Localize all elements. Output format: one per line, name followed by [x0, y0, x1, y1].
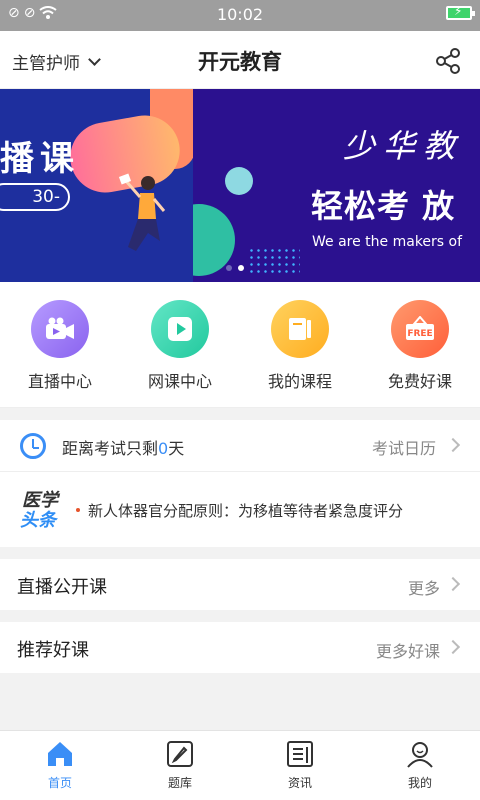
tab-news[interactable]: 资讯 — [240, 731, 360, 800]
banner-calligraphy: 少华教 — [343, 127, 464, 165]
tab-question-bank[interactable]: 题库 — [120, 731, 240, 800]
live-camera-icon — [31, 300, 89, 358]
carousel-dot[interactable] — [226, 265, 232, 271]
exam-countdown: 距离考试只剩0天 考试日历 — [0, 420, 480, 471]
pencil-icon — [167, 741, 193, 767]
quick-nav-free-courses[interactable]: FREE 免费好课 — [360, 282, 480, 407]
quick-nav-label: 免费好课 — [387, 372, 452, 391]
book-icon — [271, 300, 329, 358]
tab-label: 首页 — [47, 776, 72, 790]
quick-nav-label: 网课中心 — [147, 372, 212, 391]
status-time: 10:02 — [216, 5, 264, 24]
svg-text:FREE: FREE — [407, 329, 432, 339]
dot-grid-decoration — [248, 247, 300, 273]
status-bar: ⊘ ⊘ 10:02 ⚡ — [0, 0, 480, 31]
more-link[interactable]: 更多 — [408, 575, 440, 599]
battery-icon: ⚡ — [446, 4, 475, 20]
role-label: 主管护师 — [12, 54, 80, 74]
quick-nav-label: 直播中心 — [27, 372, 92, 391]
banner-subtitle: We are the makers of — [312, 234, 463, 250]
carousel-indicators — [226, 265, 244, 271]
exam-days: 0 — [158, 439, 169, 458]
banner-left-pill: 30- — [0, 183, 70, 211]
banner-carousel[interactable]: 播课 30- 少华教 轻松考 放 We are the makers of — [0, 89, 480, 282]
free-icon: FREE — [391, 300, 449, 358]
carousel-dot-active[interactable] — [238, 265, 244, 271]
news-ticker[interactable]: 医学 头条 新人体器官分配原则：为移植等待者紧急度评分 — [0, 471, 480, 547]
role-selector[interactable]: 主管护师 — [12, 49, 101, 74]
banner-headline: 轻松考 放 — [311, 187, 456, 225]
clock-icon — [20, 433, 46, 459]
more-courses-link[interactable]: 更多好课 — [376, 638, 440, 662]
play-icon — [151, 300, 209, 358]
chevron-right-icon[interactable] — [445, 576, 461, 592]
quick-nav-online-course[interactable]: 网课中心 — [120, 282, 240, 407]
banner-left-text: 播课 — [0, 139, 80, 179]
tab-bar: 首页 题库 资讯 我的 — [0, 730, 480, 800]
home-icon — [48, 742, 72, 766]
user-icon — [407, 742, 433, 768]
tab-label: 题库 — [167, 776, 192, 790]
tab-label: 资讯 — [287, 776, 312, 790]
section-recommended-courses: 推荐好课 更多好课 — [0, 622, 480, 673]
section-title: 直播公开课 — [17, 577, 107, 598]
banner-slide-previous: 播课 30- — [0, 89, 193, 282]
chevron-right-icon[interactable] — [445, 437, 461, 453]
tab-label: 我的 — [407, 776, 432, 790]
bullet-dot — [76, 508, 80, 512]
chevron-down-icon — [88, 52, 101, 66]
news-icon — [287, 741, 313, 767]
medical-headlines-logo: 医学 头条 — [20, 490, 58, 531]
news-headline[interactable]: 新人体器官分配原则：为移植等待者紧急度评分 — [88, 500, 403, 521]
quick-nav: 直播中心 网课中心 我的课程 FREE 免费好课 — [0, 282, 480, 408]
quick-nav-live-center[interactable]: 直播中心 — [0, 282, 120, 407]
section-title: 推荐好课 — [17, 640, 89, 661]
exam-calendar-link[interactable]: 考试日历 — [372, 435, 436, 459]
share-icon[interactable] — [434, 47, 462, 75]
quick-nav-my-courses[interactable]: 我的课程 — [240, 282, 360, 407]
banner-slide-current: 少华教 轻松考 放 We are the makers of — [193, 89, 480, 282]
section-live-open-class: 直播公开课 更多 — [0, 559, 480, 610]
person-illustration — [118, 173, 166, 251]
quick-nav-label: 我的课程 — [267, 372, 332, 391]
tab-me[interactable]: 我的 — [360, 731, 480, 800]
tab-home[interactable]: 首页 — [0, 731, 120, 800]
exam-countdown-text: 距离考试只剩0天 — [62, 439, 185, 458]
chevron-right-icon[interactable] — [445, 639, 461, 655]
top-bar: 主管护师 开元教育 — [0, 31, 480, 89]
